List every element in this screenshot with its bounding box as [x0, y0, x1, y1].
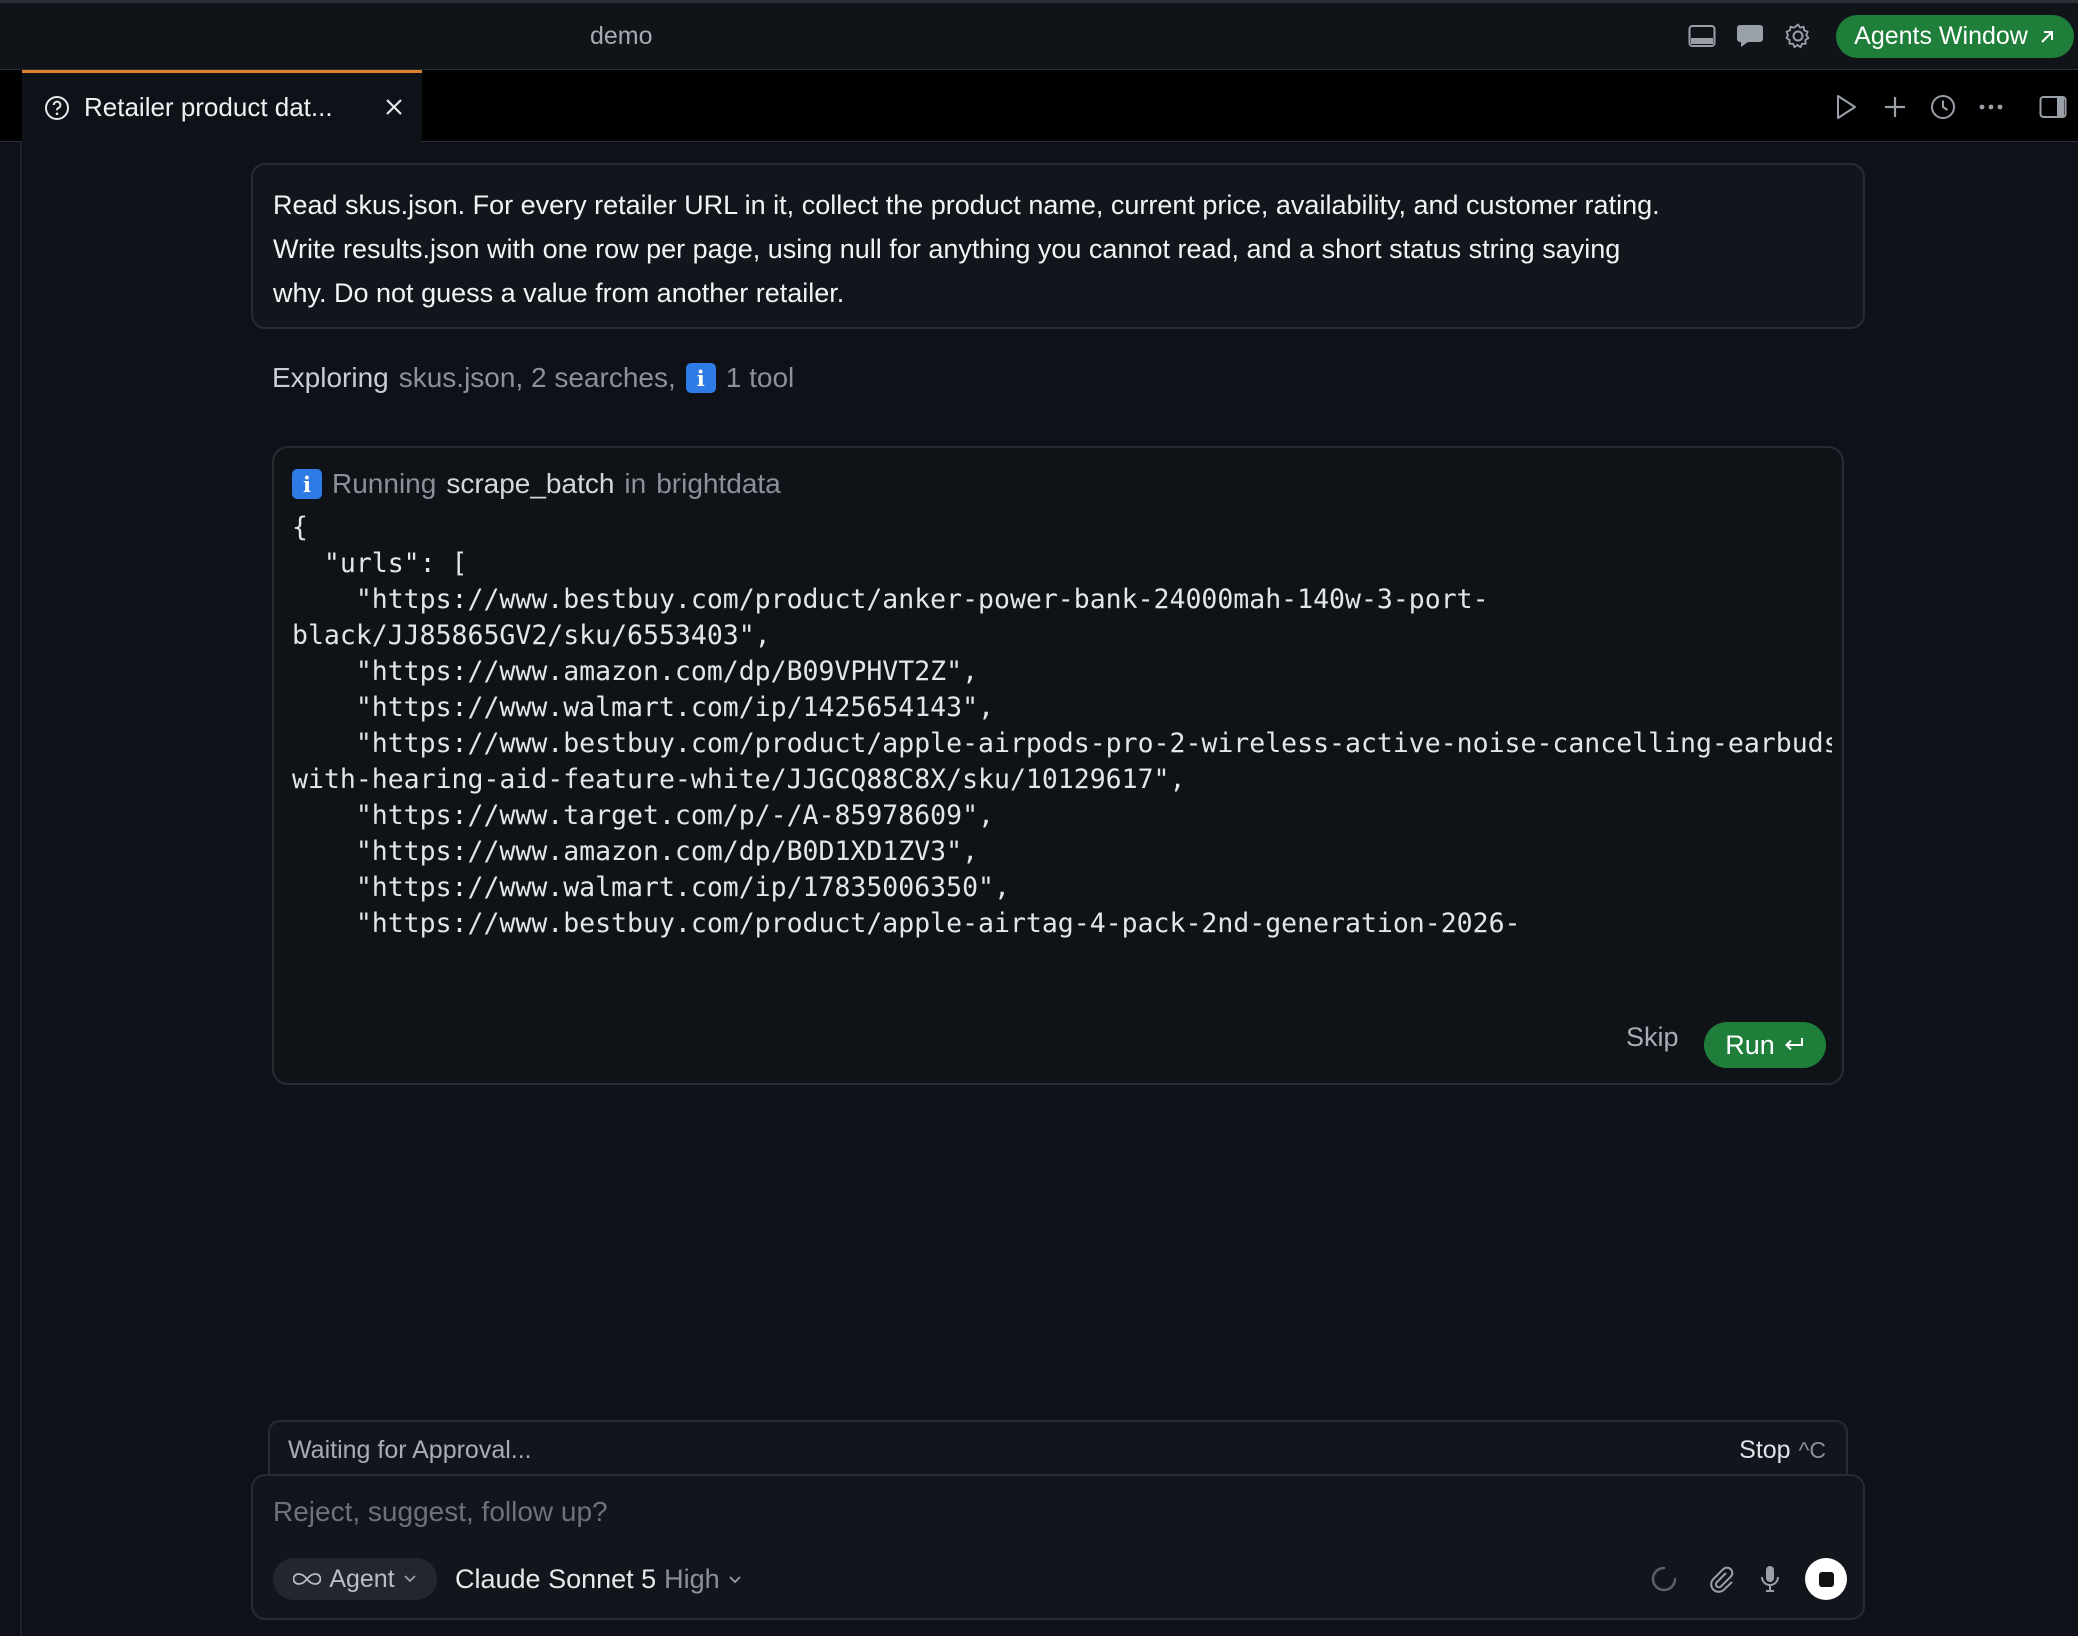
chat-icon[interactable] — [1733, 19, 1767, 53]
close-icon[interactable] — [380, 93, 408, 121]
tool-call-header: i Running scrape_batch in brightdata — [292, 468, 781, 500]
user-prompt: Read skus.json. For every retailer URL i… — [251, 163, 1865, 329]
agents-window-label: Agents Window — [1854, 22, 2028, 50]
chevron-down-icon — [403, 1574, 417, 1584]
stop-generation-button[interactable] — [1805, 1558, 1847, 1600]
approval-status-bar: Waiting for Approval... Stop ^C — [268, 1420, 1848, 1476]
external-arrow-icon — [2038, 28, 2056, 46]
prompt-line-2: Write results.json with one row per page… — [273, 234, 1621, 264]
tab-label: Retailer product dat... — [84, 92, 333, 122]
help-circle-icon — [44, 95, 70, 121]
run-button[interactable]: Run — [1704, 1022, 1826, 1068]
gear-icon[interactable] — [1781, 19, 1815, 53]
window-title: demo — [590, 22, 653, 50]
exploring-tools: 1 tool — [725, 362, 795, 393]
approval-status-text: Waiting for Approval... — [288, 1436, 532, 1464]
tool-name: scrape_batch — [446, 468, 615, 499]
prompt-line-1: Read skus.json. For every retailer URL i… — [273, 190, 1660, 220]
stop-icon — [1818, 1571, 1834, 1587]
tool-server: brightdata — [656, 468, 781, 499]
mode-selector[interactable]: Agent — [273, 1558, 437, 1600]
info-icon: i — [685, 363, 716, 393]
stop-label: Stop — [1739, 1436, 1791, 1464]
tool-status: Running — [332, 468, 437, 499]
tool-arguments-code[interactable]: { "urls": [ "https://www.bestbuy.com/pro… — [292, 510, 1832, 938]
plus-icon[interactable] — [1878, 90, 1912, 124]
exploring-summary[interactable]: Exploring skus.json, 2 searches, i 1 too… — [272, 362, 794, 394]
microphone-icon[interactable] — [1751, 1560, 1789, 1598]
mode-label: Agent — [329, 1564, 395, 1593]
model-name: Claude Sonnet 5 — [455, 1564, 657, 1594]
play-icon[interactable] — [1829, 90, 1863, 124]
stop-button[interactable]: Stop ^C — [1739, 1436, 1826, 1465]
infinity-icon — [293, 1572, 322, 1586]
panel-bottom-icon[interactable] — [1685, 19, 1719, 53]
stop-shortcut: ^C — [1798, 1437, 1826, 1463]
prompt-line-3: why. Do not guess a value from another r… — [273, 278, 845, 308]
exploring-files: skus.json, 2 searches, — [398, 362, 676, 393]
composer-input[interactable]: Reject, suggest, follow up? — [273, 1496, 608, 1528]
spinner-icon — [1645, 1560, 1683, 1598]
skip-button[interactable]: Skip — [1626, 1022, 1679, 1053]
history-icon[interactable] — [1926, 90, 1960, 124]
info-icon: i — [292, 469, 322, 499]
model-selector[interactable]: Claude Sonnet 5 High — [455, 1564, 742, 1595]
paperclip-icon[interactable] — [1702, 1560, 1740, 1598]
tool-call-card: i Running scrape_batch in brightdata { "… — [272, 446, 1844, 1085]
composer: Reject, suggest, follow up? Agent Claude… — [251, 1474, 1865, 1620]
more-icon[interactable] — [1974, 90, 2008, 124]
left-gutter — [20, 142, 22, 1636]
sidebar-toggle-icon[interactable] — [2036, 90, 2070, 124]
model-effort: High — [664, 1564, 720, 1594]
agents-window-button[interactable]: Agents Window — [1836, 15, 2074, 58]
chevron-down-icon — [728, 1575, 742, 1585]
tab-retailer-product-data[interactable]: Retailer product dat... — [22, 70, 422, 142]
tool-server-prefix: in — [624, 468, 647, 499]
exploring-label: Exploring — [272, 362, 389, 393]
enter-icon — [1783, 1036, 1805, 1054]
run-label: Run — [1725, 1029, 1775, 1060]
